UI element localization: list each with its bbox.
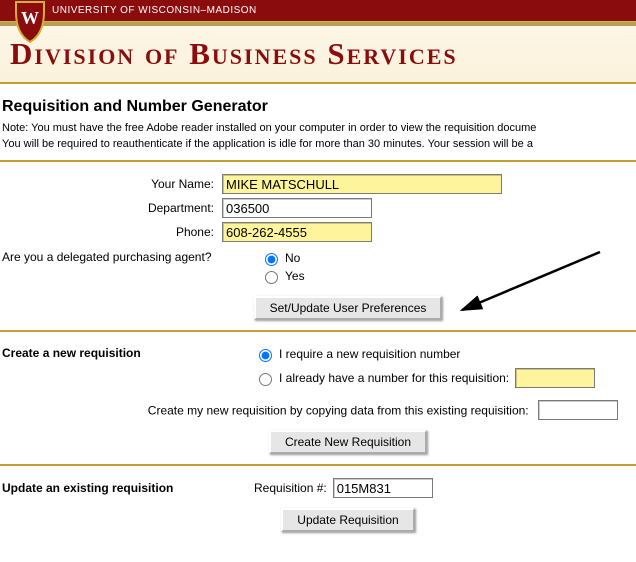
label-have-number: I already have a number for this requisi… bbox=[279, 371, 509, 385]
update-requisition-button[interactable]: Update Requisition bbox=[281, 508, 414, 532]
phone-input[interactable] bbox=[222, 222, 372, 242]
name-input[interactable] bbox=[222, 174, 502, 194]
label-update-section: Update an existing requisition bbox=[0, 481, 254, 495]
note-adobe: Note: You must have the free Adobe reade… bbox=[2, 122, 636, 134]
req-num-input[interactable] bbox=[333, 478, 433, 498]
copy-from-input[interactable] bbox=[538, 400, 618, 420]
page-title: Requisition and Number Generator bbox=[2, 98, 636, 116]
note-session: You will be required to reauthenticate i… bbox=[2, 138, 636, 150]
label-copy-from: Create my new requisition by copying dat… bbox=[148, 404, 529, 418]
radio-delegated-yes[interactable] bbox=[265, 271, 278, 284]
label-name: Your Name: bbox=[0, 177, 222, 191]
radio-need-new[interactable] bbox=[259, 349, 272, 362]
create-requisition-button[interactable]: Create New Requisition bbox=[269, 430, 427, 454]
svg-text:W: W bbox=[21, 8, 39, 28]
have-number-input[interactable] bbox=[515, 368, 595, 388]
section-divider bbox=[0, 464, 636, 466]
radio-have-number[interactable] bbox=[259, 373, 272, 386]
set-prefs-button[interactable]: Set/Update User Preferences bbox=[254, 296, 443, 320]
label-need-new: I require a new requisition number bbox=[279, 347, 460, 361]
section-divider bbox=[0, 330, 636, 332]
label-no: No bbox=[285, 251, 300, 265]
label-dept: Department: bbox=[0, 201, 222, 215]
label-create-section: Create a new requisition bbox=[0, 344, 254, 360]
section-divider bbox=[0, 160, 636, 162]
university-name: UNIVERSITY OF WISCONSIN–MADISON bbox=[52, 5, 257, 16]
dept-input[interactable] bbox=[222, 198, 372, 218]
label-req-num: Requisition #: bbox=[254, 481, 327, 495]
division-banner: Division of Business Services bbox=[0, 26, 636, 84]
division-title: Division of Business Services bbox=[10, 36, 458, 71]
radio-delegated-no[interactable] bbox=[265, 253, 278, 266]
annotation-arrow bbox=[450, 244, 610, 324]
label-phone: Phone: bbox=[0, 225, 222, 239]
label-delegated: Are you a delegated purchasing agent? bbox=[0, 248, 250, 264]
uw-crest-logo: W bbox=[12, 0, 48, 44]
topbar: UNIVERSITY OF WISCONSIN–MADISON bbox=[0, 0, 636, 22]
label-yes: Yes bbox=[285, 269, 305, 283]
